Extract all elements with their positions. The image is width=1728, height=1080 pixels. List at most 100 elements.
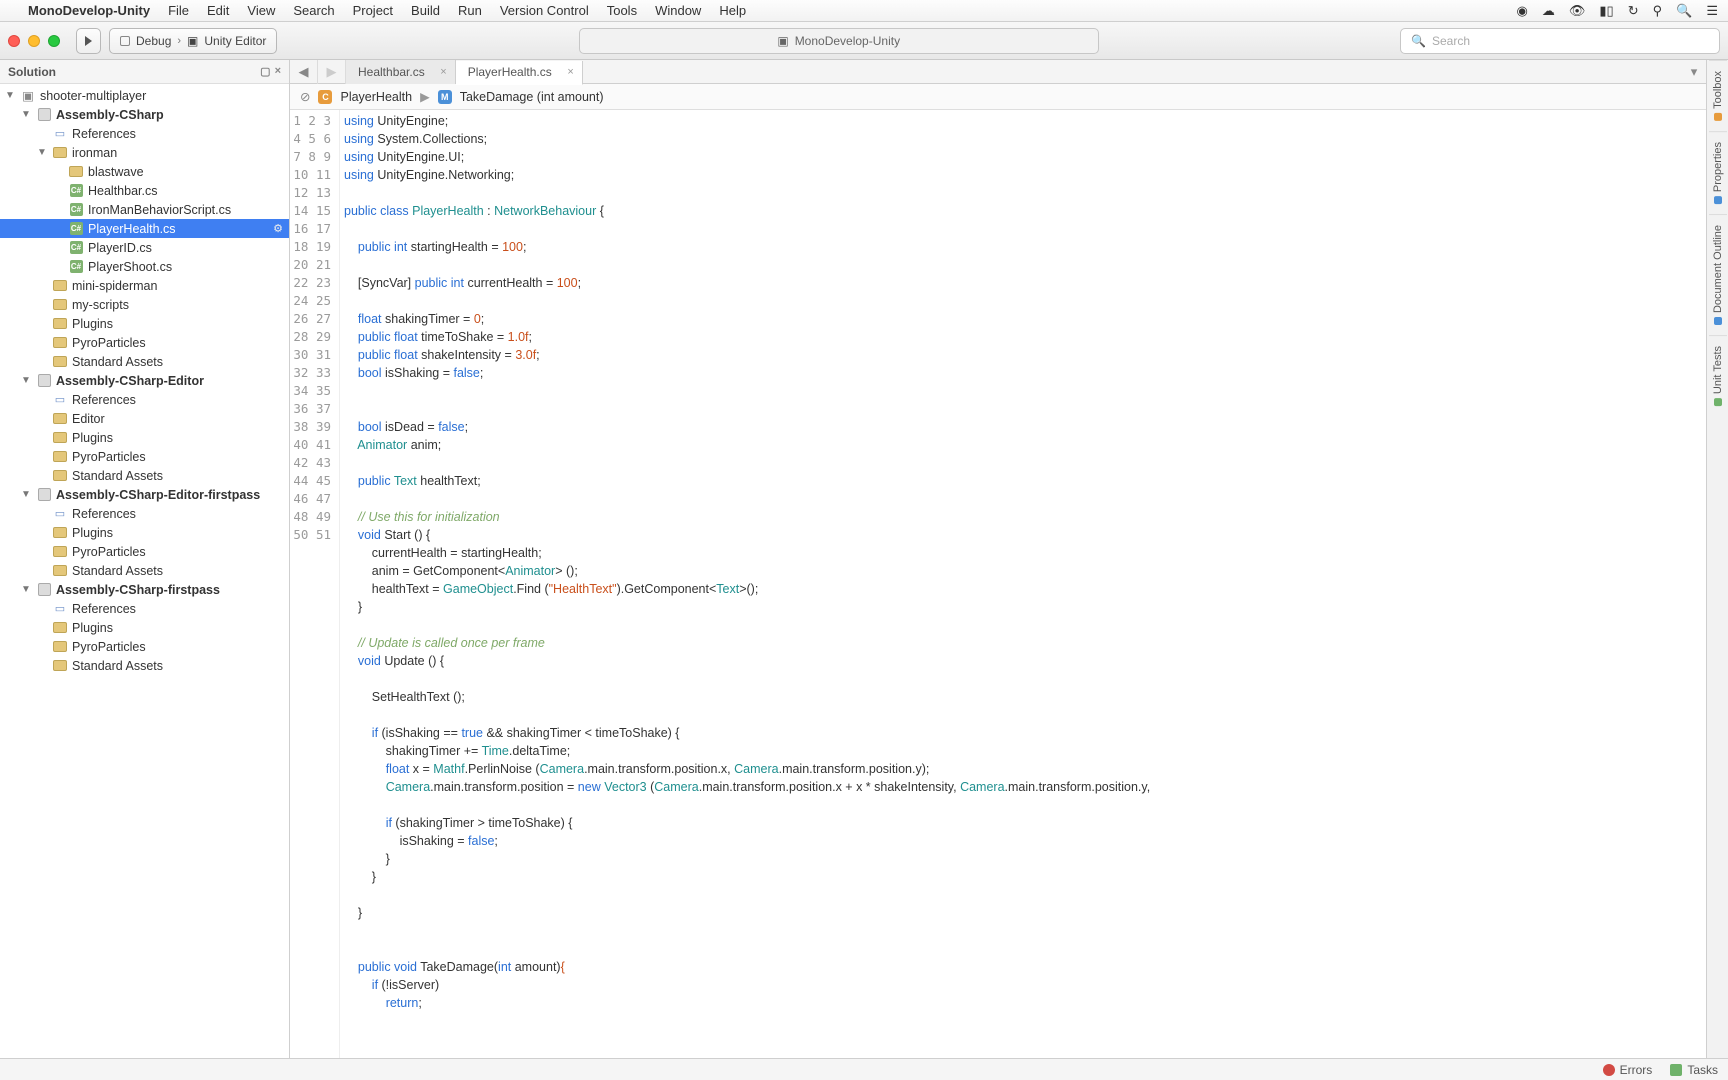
app-icon: ▣ — [777, 34, 788, 48]
tree-assembly-csharp-firstpass[interactable]: ▼Assembly-CSharp-firstpass — [0, 580, 289, 599]
pad-document-outline[interactable]: Document Outline — [1709, 214, 1727, 335]
errors-pad-button[interactable]: Errors — [1603, 1063, 1653, 1077]
pad-icon — [1714, 398, 1722, 406]
disclosure-icon[interactable]: ▼ — [4, 90, 16, 101]
config-selector[interactable]: Debug › ▣ Unity Editor — [109, 28, 277, 54]
pad-icon — [1714, 317, 1722, 325]
cloud-icon[interactable]: ☁︎ — [1542, 3, 1555, 19]
disclosure-icon[interactable]: ▼ — [36, 147, 48, 158]
menu-search[interactable]: Search — [293, 3, 334, 18]
tree-plugins[interactable]: Plugins — [0, 314, 289, 333]
menu-tools[interactable]: Tools — [607, 3, 637, 18]
spotlight-icon[interactable]: 🔍 — [1676, 3, 1692, 19]
tree-blastwave[interactable]: blastwave — [0, 162, 289, 181]
tree-references[interactable]: References — [0, 390, 289, 409]
search-icon: 🔍 — [1411, 34, 1426, 48]
gear-icon[interactable]: ⚙ — [273, 222, 283, 235]
breadcrumb-method[interactable]: TakeDamage (int amount) — [460, 90, 604, 104]
menu-run[interactable]: Run — [458, 3, 482, 18]
battery-icon[interactable]: ▮▯ — [1599, 3, 1613, 19]
nav-forward-button[interactable]: ▶ — [318, 60, 346, 84]
close-window-icon[interactable] — [8, 35, 20, 47]
undock-icon[interactable]: ▢ — [260, 65, 270, 78]
error-icon — [1603, 1064, 1615, 1076]
tree-healthbar-cs[interactable]: C#Healthbar.cs — [0, 181, 289, 200]
tree-pyroparticles[interactable]: PyroParticles — [0, 447, 289, 466]
tree-standard-assets[interactable]: Standard Assets — [0, 466, 289, 485]
tree-plugins[interactable]: Plugins — [0, 428, 289, 447]
tree-pyroparticles[interactable]: PyroParticles — [0, 637, 289, 656]
minimize-window-icon[interactable] — [28, 35, 40, 47]
tree-references[interactable]: References — [0, 124, 289, 143]
tree-mini-spiderman[interactable]: mini-spiderman — [0, 276, 289, 295]
pad-toolbox[interactable]: Toolbox — [1709, 60, 1727, 131]
tree-ironmanbehaviorscript-cs[interactable]: C#IronManBehaviorScript.cs — [0, 200, 289, 219]
tab-overflow-icon[interactable]: ▾ — [1682, 64, 1706, 80]
tree-plugins[interactable]: Plugins — [0, 618, 289, 637]
menu-file[interactable]: File — [168, 3, 189, 18]
solution-tree[interactable]: ▼▣shooter-multiplayer▼Assembly-CSharpRef… — [0, 84, 289, 1058]
tree-playerhealth-cs[interactable]: C#PlayerHealth.cs⚙ — [0, 219, 289, 238]
menu-version-control[interactable]: Version Control — [500, 3, 589, 18]
tab-close-icon[interactable]: × — [567, 66, 573, 78]
tasks-pad-button[interactable]: Tasks — [1670, 1063, 1718, 1077]
tree-assembly-csharp-editor-firstpass[interactable]: ▼Assembly-CSharp-Editor-firstpass — [0, 485, 289, 504]
tree-shooter-multiplayer[interactable]: ▼▣shooter-multiplayer — [0, 86, 289, 105]
class-icon: C — [318, 90, 332, 104]
window-controls — [8, 35, 60, 47]
disclosure-icon[interactable]: ▼ — [20, 489, 32, 500]
app-name[interactable]: MonoDevelop-Unity — [28, 3, 150, 18]
disclosure-icon[interactable]: ▼ — [20, 109, 32, 120]
pad-unit-tests[interactable]: Unit Tests — [1709, 335, 1727, 416]
tree-editor[interactable]: Editor — [0, 409, 289, 428]
tree-standard-assets[interactable]: Standard Assets — [0, 561, 289, 580]
tab-healthbar-cs[interactable]: Healthbar.cs× — [346, 60, 456, 84]
device-icon: ▣ — [187, 34, 198, 48]
line-gutter[interactable]: 1 2 3 4 5 6 7 8 9 10 11 12 13 14 15 16 1… — [290, 110, 340, 1058]
task-icon — [1670, 1064, 1682, 1076]
menu-project[interactable]: Project — [353, 3, 393, 18]
run-button[interactable] — [76, 28, 101, 54]
tree-assembly-csharp-editor[interactable]: ▼Assembly-CSharp-Editor — [0, 371, 289, 390]
disclosure-icon[interactable]: ▼ — [20, 584, 32, 595]
search-placeholder: Search — [1432, 34, 1470, 48]
menu-icon[interactable]: ☰ — [1706, 3, 1718, 19]
tree-plugins[interactable]: Plugins — [0, 523, 289, 542]
tree-my-scripts[interactable]: my-scripts — [0, 295, 289, 314]
tree-standard-assets[interactable]: Standard Assets — [0, 656, 289, 675]
tab-playerhealth-cs[interactable]: PlayerHealth.cs× — [456, 61, 583, 85]
tree-playershoot-cs[interactable]: C#PlayerShoot.cs — [0, 257, 289, 276]
status-bar: Errors Tasks — [0, 1058, 1728, 1080]
tree-standard-assets[interactable]: Standard Assets — [0, 352, 289, 371]
title-bar: ▣ MonoDevelop-Unity — [579, 28, 1099, 54]
right-pad-strip: ToolboxPropertiesDocument OutlineUnit Te… — [1706, 60, 1728, 1058]
tree-assembly-csharp[interactable]: ▼Assembly-CSharp — [0, 105, 289, 124]
clock-icon[interactable]: ↻ — [1628, 3, 1639, 19]
breadcrumb-class[interactable]: PlayerHealth — [340, 90, 412, 104]
disclosure-icon[interactable]: ▼ — [20, 375, 32, 386]
record-icon[interactable]: ◉ — [1517, 3, 1528, 19]
menu-build[interactable]: Build — [411, 3, 440, 18]
search-field[interactable]: 🔍 Search — [1400, 28, 1720, 54]
close-pad-icon[interactable]: × — [275, 65, 281, 78]
tree-references[interactable]: References — [0, 599, 289, 618]
menu-view[interactable]: View — [247, 3, 275, 18]
zoom-window-icon[interactable] — [48, 35, 60, 47]
solution-pad: Solution ▢× ▼▣shooter-multiplayer▼Assemb… — [0, 60, 290, 1058]
eye-icon[interactable]: 👁 — [1569, 3, 1586, 19]
menu-help[interactable]: Help — [719, 3, 746, 18]
menu-window[interactable]: Window — [655, 3, 701, 18]
menu-edit[interactable]: Edit — [207, 3, 229, 18]
solution-pad-header: Solution ▢× — [0, 60, 289, 84]
wifi-icon[interactable]: ⚲ — [1653, 3, 1663, 19]
tree-pyroparticles[interactable]: PyroParticles — [0, 333, 289, 352]
tree-playerid-cs[interactable]: C#PlayerID.cs — [0, 238, 289, 257]
pad-properties[interactable]: Properties — [1709, 131, 1727, 214]
tree-ironman[interactable]: ▼ironman — [0, 143, 289, 162]
tree-references[interactable]: References — [0, 504, 289, 523]
tab-close-icon[interactable]: × — [440, 66, 446, 78]
nav-back-button[interactable]: ◀ — [290, 60, 318, 84]
tree-pyroparticles[interactable]: PyroParticles — [0, 542, 289, 561]
code-editor[interactable]: using UnityEngine;using System.Collectio… — [340, 110, 1706, 1058]
breadcrumb-bar[interactable]: ⊘ C PlayerHealth ▶ M TakeDamage (int amo… — [290, 84, 1706, 110]
